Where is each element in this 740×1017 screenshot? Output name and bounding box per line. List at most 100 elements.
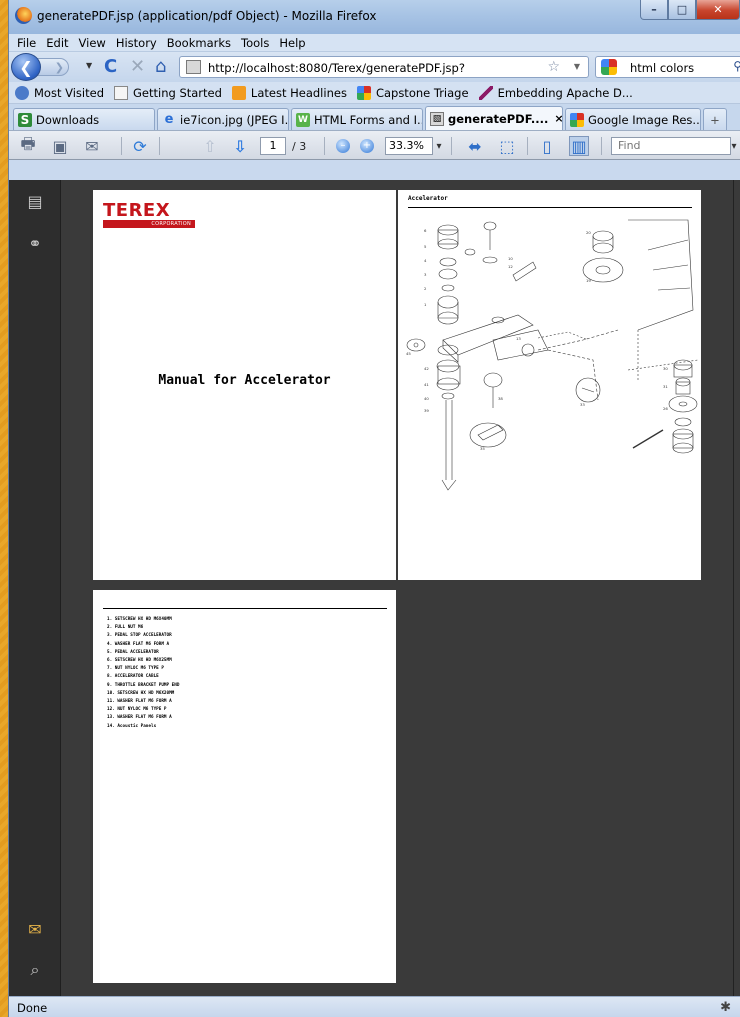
pdf-viewer: ▤ ⚭ ✉ ⌕ TEREX CORPORATION Manual for Acc… [9, 180, 740, 996]
find-input[interactable]: Find [611, 137, 731, 155]
tab-google-image[interactable]: Google Image Res... [565, 108, 701, 130]
bookmark-most-visited[interactable]: Most Visited [15, 85, 104, 100]
zoom-out-button[interactable]: – [335, 136, 351, 156]
list-item: 3. PEDAL STOP ACCELERATOR [107, 633, 172, 639]
svg-text:2: 2 [424, 286, 427, 291]
new-tab-icon: + [710, 112, 720, 127]
bookmark-getting-started[interactable]: Getting Started [114, 85, 222, 100]
single-page-icon[interactable]: ▯ [537, 136, 557, 156]
navigation-toolbar: ❯ ❮ ▼ C ✕ ⌂ http://localhost:8080/Terex/… [9, 52, 740, 82]
zoom-dropdown-icon[interactable]: ▾ [433, 136, 445, 156]
menu-file[interactable]: File [13, 34, 42, 51]
maximize-button[interactable]: □ [668, 0, 696, 20]
svg-text:45: 45 [406, 351, 411, 356]
resize-grip-icon[interactable]: ✱ [720, 1000, 731, 1015]
search-input[interactable]: html colors [630, 61, 694, 75]
reload-icon[interactable]: C [104, 57, 117, 77]
svg-text:5: 5 [424, 244, 427, 249]
home-icon[interactable]: ⌂ [155, 57, 166, 77]
pages-panel-icon[interactable]: ▤ [26, 192, 44, 211]
list-item: 13. WASHER FLAT M6 FORM A [107, 715, 172, 721]
header-rule [103, 608, 387, 609]
list-item: 11. WASHER FLAT M6 FORM A [107, 699, 172, 705]
bookmark-latest-headlines[interactable]: Latest Headlines [231, 85, 347, 100]
bookmark-label: Most Visited [34, 85, 104, 100]
tab-downloads[interactable]: S Downloads [13, 108, 155, 130]
firefox-window: generatePDF.jsp (application/pdf Object)… [8, 0, 740, 1017]
bookmark-star-icon[interactable]: ☆ [547, 59, 560, 75]
url-dropdown-icon[interactable]: ▼ [574, 62, 580, 71]
svg-text:4: 4 [424, 258, 427, 263]
email-icon[interactable]: ✉ [81, 136, 103, 156]
back-button[interactable]: ❮ [11, 53, 41, 81]
forward-button[interactable]: ❯ [37, 58, 69, 76]
svg-text:39: 39 [424, 408, 429, 413]
attachments-icon[interactable]: ⚭ [26, 234, 44, 253]
fit-width-icon[interactable]: ⬌ [465, 136, 485, 156]
url-bar[interactable]: http://localhost:8080/Terex/generatePDF.… [179, 56, 589, 78]
page-favicon-icon [186, 60, 201, 74]
zoom-in-button[interactable]: + [359, 136, 375, 156]
find-dropdown-icon[interactable]: ▾ [729, 136, 739, 156]
svg-text:13: 13 [516, 336, 521, 341]
close-tab-icon[interactable]: × [554, 112, 562, 125]
url-text[interactable]: http://localhost:8080/Terex/generatePDF.… [208, 61, 465, 75]
list-item: 1. SETSCREW HX HD M6X40MM [107, 617, 172, 622]
history-dropdown-icon[interactable]: ▼ [86, 61, 92, 70]
minimize-button[interactable]: – [640, 0, 668, 20]
fit-page-icon[interactable]: ⬚ [497, 136, 517, 156]
next-page-icon[interactable]: ⇩ [229, 136, 251, 156]
menu-bookmarks[interactable]: Bookmarks [163, 34, 237, 51]
tab-ie7icon[interactable]: e ie7icon.jpg (JPEG I... [157, 108, 289, 130]
tab-generatepdf[interactable]: ▧ generatePDF.... × [425, 106, 563, 130]
firefox-logo-icon [15, 7, 32, 24]
pdf-icon: ▧ [430, 111, 444, 126]
bookmark-capstone-triage[interactable]: Capstone Triage [356, 85, 469, 100]
menu-help[interactable]: Help [275, 34, 311, 51]
pdf-page-2: Accelerator 6 5 4 3 2 1 42 41 40 39 45 3… [398, 190, 701, 580]
svg-text:6: 6 [424, 228, 427, 233]
list-item: 4. WASHER FLAT M6 FORM A [107, 641, 170, 647]
logo-text: TEREX [103, 200, 171, 221]
page-number-input[interactable]: 1 [260, 137, 286, 155]
menu-edit[interactable]: Edit [42, 34, 74, 51]
menu-view[interactable]: View [75, 34, 112, 51]
zoom-level-select[interactable]: 33.3% [385, 137, 433, 155]
tab-label: HTML Forms and I... [314, 112, 423, 127]
search-icon[interactable]: ⚲ [733, 59, 740, 73]
menu-history[interactable]: History [112, 34, 163, 51]
svg-text:38: 38 [498, 396, 503, 401]
svg-text:3: 3 [424, 272, 427, 277]
window-controls: – □ ✕ [640, 0, 740, 20]
google-search-engine-icon[interactable] [601, 59, 617, 75]
previous-page-icon[interactable]: ⇧ [199, 136, 221, 156]
downloads-icon: S [18, 112, 32, 127]
rss-icon [231, 85, 246, 100]
bookmark-label: Embedding Apache D... [497, 85, 633, 100]
svg-text:30: 30 [663, 366, 668, 371]
stop-icon[interactable]: ✕ [130, 57, 145, 77]
save-icon[interactable]: ▣ [49, 136, 71, 156]
search-bar[interactable]: html colors ⚲ [595, 56, 740, 78]
manual-title: Manual for Accelerator [158, 373, 331, 388]
tab-html-forms[interactable]: W HTML Forms and I... [291, 108, 423, 130]
vertical-scrollbar[interactable] [733, 180, 740, 996]
svg-text:41: 41 [424, 382, 429, 387]
terex-logo: TEREX CORPORATION [103, 200, 195, 228]
w3-icon: W [296, 112, 310, 127]
close-window-button[interactable]: ✕ [696, 0, 740, 20]
paperclip-icon[interactable]: ⌕ [26, 960, 44, 979]
new-tab-button[interactable]: + [703, 108, 727, 130]
zoom-out-icon: – [336, 139, 350, 153]
list-item: 14. Acoustic Panels [107, 723, 157, 729]
tab-label: Downloads [36, 112, 100, 127]
menu-tools[interactable]: Tools [237, 34, 275, 51]
sign-icon[interactable]: ⟳ [129, 136, 151, 156]
bookmark-embedding-apache[interactable]: Embedding Apache D... [478, 85, 633, 100]
two-page-icon[interactable]: ▥ [569, 136, 589, 156]
toolbar-separator [324, 137, 325, 155]
tab-bar: S Downloads e ie7icon.jpg (JPEG I... W H… [9, 104, 740, 130]
pdf-navigation-panel: ▤ ⚭ ✉ ⌕ [9, 180, 61, 996]
print-icon[interactable]: 🖶 [17, 134, 39, 156]
comments-icon[interactable]: ✉ [26, 920, 44, 939]
